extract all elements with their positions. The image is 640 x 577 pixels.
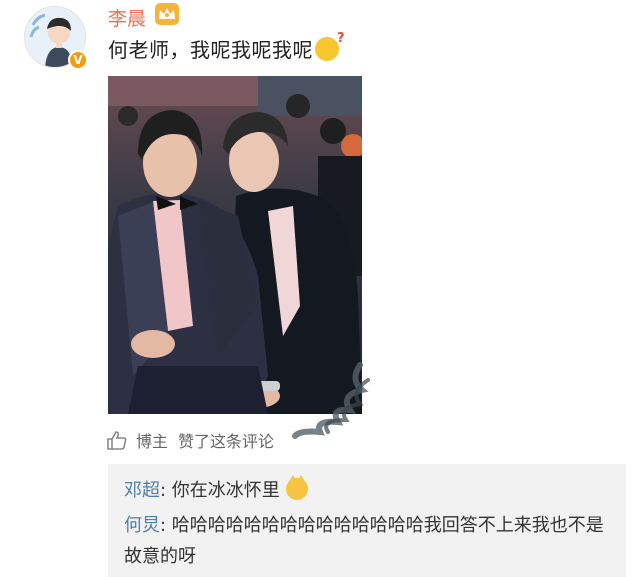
scribble-decoration: [290, 360, 380, 440]
cat-emoji-icon: [285, 475, 308, 500]
crown-icon: [154, 2, 180, 26]
comment-author[interactable]: 何炅: [124, 515, 160, 536]
liked-by-author-row: 博主 赞了这条评论: [106, 428, 274, 452]
thumbs-up-icon[interactable]: [106, 430, 128, 450]
comment-separator: :: [160, 480, 172, 501]
comment-text: 你在冰冰怀里: [171, 480, 280, 501]
comment-item: 何炅: 哈哈哈哈哈哈哈哈哈哈哈哈哈哈我回答不上来我也不是故意的呀: [124, 510, 614, 572]
like-actor: 博主: [136, 432, 169, 451]
avatar[interactable]: V: [24, 6, 88, 70]
post-text: 何老师，我呢我呢我呢: [108, 31, 345, 63]
comment-item: 邓超: 你在冰冰怀里: [124, 475, 614, 506]
comment-author[interactable]: 邓超: [124, 480, 160, 501]
verified-badge: V: [68, 50, 88, 70]
thinking-emoji-icon: [315, 31, 345, 61]
comment-separator: :: [160, 515, 172, 536]
post-author[interactable]: 李晨: [108, 4, 146, 31]
comment-text: 哈哈哈哈哈哈哈哈哈哈哈哈哈哈我回答不上来我也不是故意的呀: [124, 515, 604, 567]
comment-list: 邓超: 你在冰冰怀里 何炅: 哈哈哈哈哈哈哈哈哈哈哈哈哈哈我回答不上来我也不是故…: [108, 464, 626, 577]
post-body: 何老师，我呢我呢我呢: [108, 38, 313, 62]
like-action: 赞了这条评论: [178, 432, 275, 451]
